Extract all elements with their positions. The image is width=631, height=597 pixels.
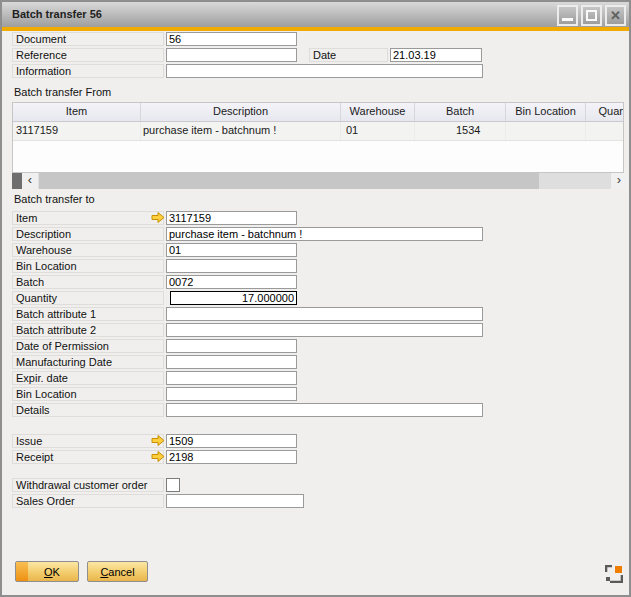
expir-date-label: Expir. date: [12, 371, 164, 385]
horizontal-scrollbar[interactable]: ‹ ›: [12, 173, 627, 189]
scrollbar-track[interactable]: [539, 173, 611, 189]
expir-date-input[interactable]: [166, 371, 297, 385]
col-header-warehouse[interactable]: Warehouse: [341, 103, 415, 121]
expand-form-icon[interactable]: [605, 565, 623, 583]
close-button[interactable]: ✕: [605, 5, 626, 26]
details-label: Details: [12, 403, 164, 417]
cell-warehouse[interactable]: 01: [341, 122, 415, 140]
minimize-button[interactable]: [557, 5, 578, 26]
table-header-row: Item Description Warehouse Batch Bin Loc…: [13, 103, 624, 122]
date-of-permission-input[interactable]: [166, 339, 297, 353]
batch-input[interactable]: [166, 275, 297, 289]
cancel-button[interactable]: Cancel: [87, 561, 148, 582]
document-input[interactable]: [166, 32, 297, 46]
col-header-item[interactable]: Item: [13, 103, 141, 121]
batch-attribute-1-label: Batch attribute 1: [12, 307, 164, 321]
warehouse-input[interactable]: [166, 243, 297, 257]
issue-input[interactable]: [166, 434, 297, 448]
withdrawal-customer-order-checkbox[interactable]: [166, 478, 180, 492]
receipt-label: Receipt: [12, 450, 164, 464]
window-controls: ✕: [557, 5, 626, 26]
scrollbar-split-handle[interactable]: [12, 173, 22, 189]
link-arrow-icon[interactable]: [151, 450, 165, 463]
cell-quantity[interactable]: [586, 122, 624, 140]
maximize-icon: [586, 10, 597, 21]
quantity-label: Quantity: [12, 291, 164, 305]
description-label: Description: [12, 227, 164, 241]
reference-input[interactable]: [166, 48, 297, 62]
description-input[interactable]: [166, 227, 483, 241]
bin-location-input[interactable]: [166, 259, 297, 273]
information-input[interactable]: [166, 64, 483, 78]
ok-button[interactable]: OK: [15, 561, 79, 582]
sales-order-label: Sales Order: [12, 494, 164, 508]
reference-label: Reference: [12, 48, 164, 62]
manufacturing-date-input[interactable]: [166, 355, 297, 369]
batch-label: Batch: [12, 275, 164, 289]
quantity-input[interactable]: [170, 291, 297, 305]
maximize-button[interactable]: [581, 5, 602, 26]
cell-description[interactable]: purchase item - batchnum !: [141, 122, 341, 140]
batch-attribute-2-label: Batch attribute 2: [12, 323, 164, 337]
bin-location-2-label: Bin Location: [12, 387, 164, 401]
col-header-batch[interactable]: Batch: [415, 103, 506, 121]
item-input[interactable]: [166, 211, 297, 225]
window-title: Batch transfer 56: [12, 8, 102, 20]
withdrawal-customer-order-label: Withdrawal customer order: [12, 478, 164, 492]
cell-bin-location[interactable]: [506, 122, 586, 140]
date-label: Date: [309, 48, 388, 62]
batch-transfer-window: Batch transfer 56 ✕ Document Reference D…: [0, 0, 631, 597]
to-section-title: Batch transfer to: [14, 193, 95, 205]
receipt-input[interactable]: [166, 450, 297, 464]
document-label: Document: [12, 32, 164, 46]
scroll-right-button[interactable]: ›: [611, 173, 627, 189]
date-of-permission-label: Date of Permission: [12, 339, 164, 353]
item-label: Item: [12, 211, 164, 225]
accent-bar: [2, 27, 629, 31]
batch-from-table: Item Description Warehouse Batch Bin Loc…: [12, 102, 624, 173]
col-header-description[interactable]: Description: [141, 103, 341, 121]
link-arrow-icon[interactable]: [151, 434, 165, 447]
col-header-quantity[interactable]: Quantity: [586, 103, 624, 121]
minimize-icon: [562, 18, 573, 21]
col-header-bin-location[interactable]: Bin Location: [506, 103, 586, 121]
information-label: Information: [12, 64, 164, 78]
sales-order-input[interactable]: [166, 494, 304, 508]
from-section-title: Batch transfer From: [14, 86, 111, 98]
link-arrow-icon[interactable]: [151, 211, 165, 224]
issue-label: Issue: [12, 434, 164, 448]
close-icon: ✕: [607, 7, 624, 24]
details-input[interactable]: [166, 403, 483, 417]
warehouse-label: Warehouse: [12, 243, 164, 257]
table-row[interactable]: 3117159 purchase item - batchnum ! 01 15…: [13, 122, 624, 141]
bin-location-2-input[interactable]: [166, 387, 297, 401]
title-bar: Batch transfer 56 ✕: [2, 2, 629, 27]
manufacturing-date-label: Manufacturing Date: [12, 355, 164, 369]
date-input[interactable]: [390, 48, 482, 62]
scrollbar-thumb[interactable]: [39, 173, 539, 189]
cell-batch[interactable]: 1534: [415, 122, 506, 140]
bin-location-label: Bin Location: [12, 259, 164, 273]
batch-attribute-1-input[interactable]: [166, 307, 483, 321]
cell-item[interactable]: 3117159: [13, 122, 141, 140]
scroll-left-button[interactable]: ‹: [22, 173, 38, 189]
batch-attribute-2-input[interactable]: [166, 323, 483, 337]
